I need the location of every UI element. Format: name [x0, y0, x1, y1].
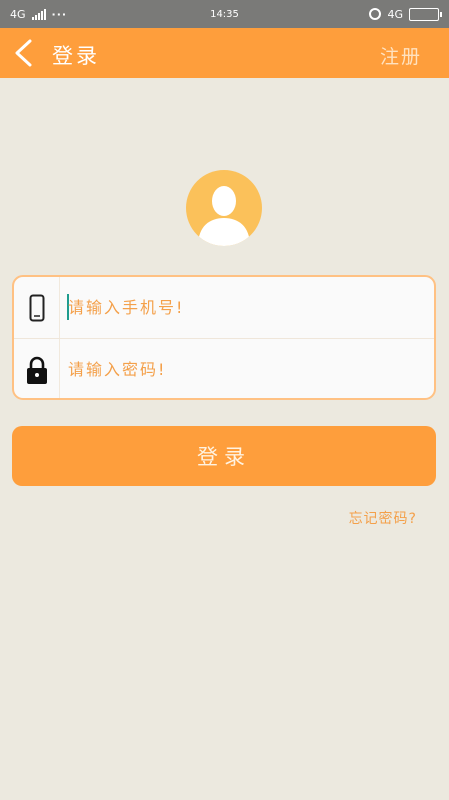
password-input[interactable] — [64, 349, 428, 389]
phone-input[interactable] — [64, 287, 428, 327]
password-row — [14, 339, 434, 398]
back-icon[interactable] — [10, 38, 38, 68]
forgot-password-link[interactable]: 忘记密码? — [349, 508, 417, 528]
avatar-icon — [186, 170, 262, 246]
register-link[interactable]: 注册 — [380, 42, 422, 69]
phone-row — [14, 277, 434, 339]
status-time: 14:35 — [210, 8, 239, 20]
login-form — [12, 275, 436, 400]
page-title: 登录 — [52, 44, 100, 68]
status-bar: 4G ··· 14:35 4G — [0, 0, 449, 28]
phone-icon — [14, 277, 60, 338]
app-bar: 登录 注册 — [0, 28, 449, 78]
battery-icon — [409, 7, 442, 21]
login-button[interactable]: 登录 — [12, 426, 436, 486]
lock-icon — [14, 339, 60, 398]
